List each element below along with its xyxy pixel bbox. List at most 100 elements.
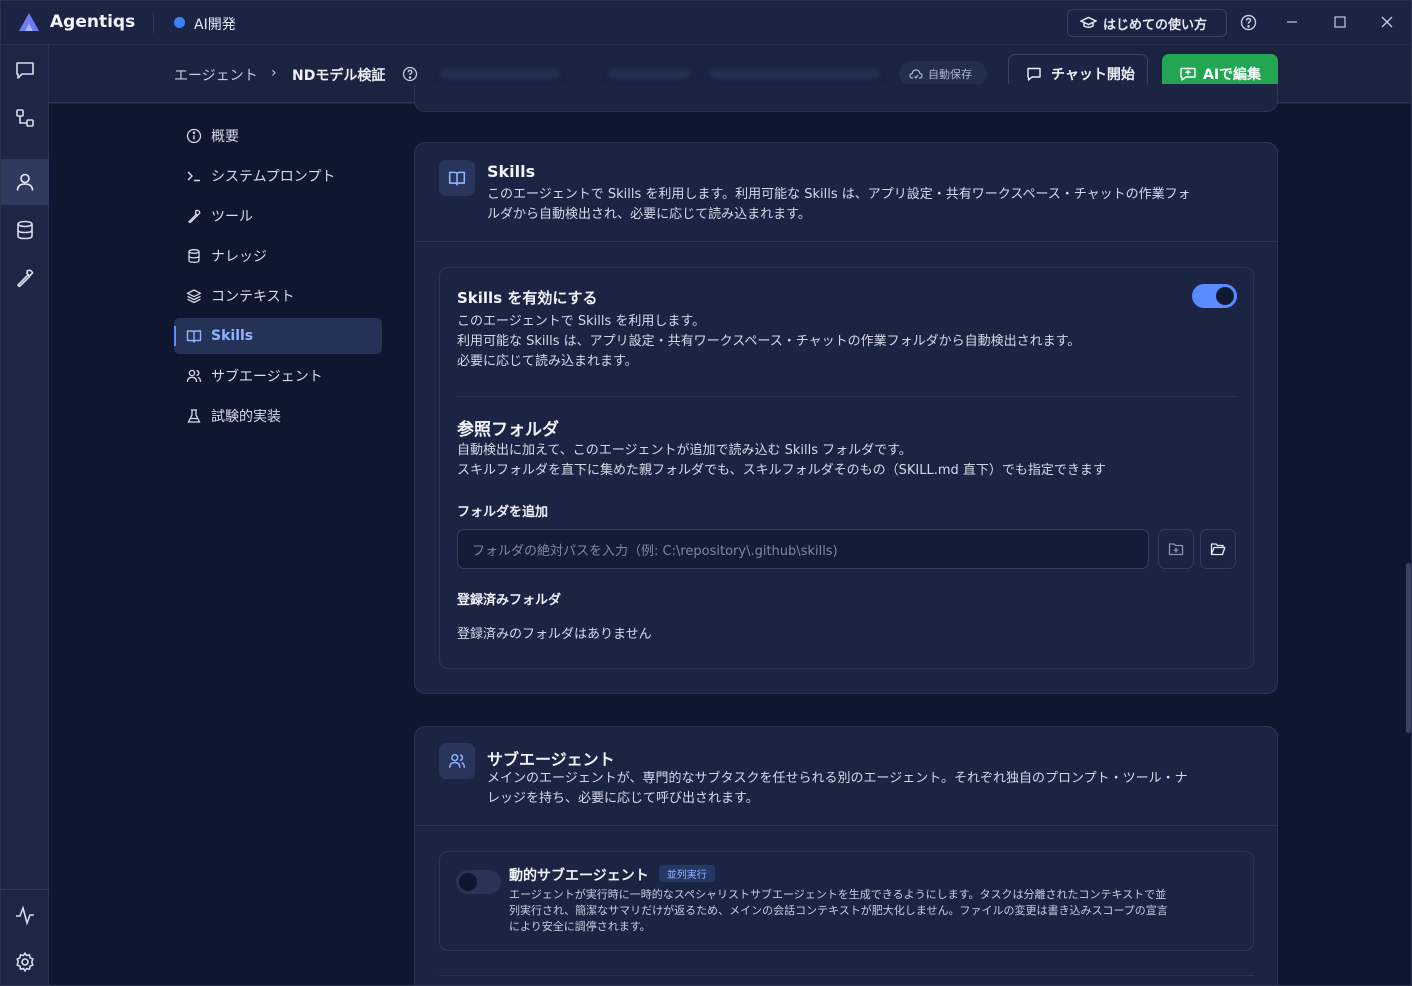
getting-started-button[interactable]: はじめての使い方 (1067, 9, 1227, 37)
skills-section-title: Skills (487, 162, 536, 181)
terminal-icon (187, 171, 200, 182)
parallel-badge: 並列実行 (658, 865, 715, 882)
nav-item-tools[interactable]: ツール (174, 198, 382, 234)
skills-section-icon (439, 160, 475, 196)
users-icon (186, 369, 202, 383)
dynamic-subagent-toggle[interactable] (456, 870, 501, 894)
dynamic-subagent-desc-line1: エージェントが実行時に一時的なスペシャリストサブエージェントを生成できるようにし… (509, 888, 1167, 901)
getting-started-label: はじめての使い方 (1103, 17, 1208, 33)
chat-icon (1027, 67, 1041, 81)
chat-icon (16, 62, 34, 79)
nav-item-context[interactable]: コンテキスト (174, 278, 382, 314)
subagent-section-card: サブエージェント メインのエージェントが、専門的なサブタスクを任せられる別のエー… (414, 726, 1278, 985)
app-name: Agentiqs (50, 12, 136, 32)
nav-item-label: ツール (211, 209, 253, 225)
rail-chat-button[interactable] (1, 47, 49, 93)
nav-item-label: 概要 (211, 129, 239, 145)
enable-skills-title: Skills を有効にする (457, 289, 598, 307)
rail-database-button[interactable] (1, 207, 49, 253)
nav-item-label: システムプロンプト (211, 169, 336, 185)
app-window: Agentiqs AI開発 はじめての使い方 エージェント › NDモデル検証 … (0, 0, 1412, 986)
reference-folders-title: 参照フォルダ (457, 420, 559, 440)
minimize-icon[interactable] (1282, 12, 1302, 32)
breadcrumb-current: NDモデル検証 (292, 68, 386, 84)
reference-folders-desc-line1: 自動検出に加えて、このエージェントが追加で読み込む Skills フォルダです。 (457, 443, 912, 458)
layers-icon (186, 289, 202, 304)
rail-settings-button[interactable] (1, 939, 49, 985)
rail-activity-button[interactable] (1, 892, 49, 938)
wrench-icon (17, 269, 34, 288)
skills-section-desc-line2: ルダから自動検出され、必要に応じて読み込まれます。 (487, 207, 811, 222)
ai-edit-label: AIで編集 (1203, 67, 1262, 83)
registered-folders-label: 登録済みフォルダ (457, 593, 562, 608)
book-icon (186, 330, 202, 343)
dynamic-subagent-title-text: 動的サブエージェント (509, 868, 649, 884)
toggle-knob (1216, 287, 1234, 305)
icon-rail (1, 45, 49, 985)
rail-divider (1, 889, 49, 890)
workspace-selector[interactable]: AI開発 (194, 14, 236, 34)
subagent-section-desc-line1: メインのエージェントが、専門的なサブタスクを任せられる別のエージェント。それぞれ… (487, 771, 1188, 786)
blurred-text (709, 69, 879, 79)
maximize-icon[interactable] (1330, 12, 1350, 32)
content-area: 概要 システムプロンプト ツール ナレッジ コンテキスト Skills サブエー… (49, 84, 1411, 985)
subagent-section-desc-line2: レッジを持ち、必要に応じて呼び出されます。 (487, 791, 759, 806)
nav-item-overview[interactable]: 概要 (174, 118, 382, 154)
folder-open-icon (1210, 543, 1226, 556)
cloud-check-icon (909, 68, 923, 79)
start-chat-label: チャット開始 (1051, 67, 1135, 83)
folder-path-input[interactable]: フォルダの絶対パスを入力（例: C:\repository\.github\sk… (457, 529, 1149, 569)
subagent-section-title: サブエージェント (487, 750, 615, 769)
users-icon (448, 753, 466, 768)
nav-item-label: ナレッジ (211, 249, 267, 265)
nav-item-system-prompt[interactable]: システムプロンプト (174, 158, 382, 194)
nav-item-label: Skills (211, 328, 254, 344)
nav-item-knowledge[interactable]: ナレッジ (174, 238, 382, 274)
wrench-icon (188, 209, 201, 224)
rail-tools-button[interactable] (1, 255, 49, 301)
section-divider (415, 825, 1277, 826)
subagent-section-icon (439, 743, 475, 779)
blurred-text (441, 69, 559, 79)
help-icon[interactable] (402, 66, 418, 82)
divider (153, 13, 154, 33)
app-logo-icon (19, 13, 39, 31)
previous-section-card (414, 84, 1278, 112)
reference-folders-desc-line2: スキルフォルダを直下に集めた親フォルダでも、スキルフォルダそのもの（SKILL.… (457, 463, 1106, 478)
autosave-label: 自動保存 (928, 67, 972, 81)
title-bar: Agentiqs AI開発 はじめての使い方 (1, 1, 1411, 45)
workspace-status-dot (174, 17, 185, 28)
enable-skills-desc-line2: 利用可能な Skills は、アプリ設定・共有ワークスペース・チャットの作業フォ… (457, 334, 1081, 349)
rail-workflow-button[interactable] (1, 95, 49, 141)
skills-settings-panel: Skills を有効にする このエージェントで Skills を利用します。 利… (439, 267, 1254, 669)
flask-icon (187, 409, 201, 423)
breadcrumb-separator: › (271, 65, 277, 81)
workflow-icon (16, 109, 34, 127)
breadcrumb-agents[interactable]: エージェント (174, 65, 258, 85)
skills-section-card: Skills このエージェントで Skills を利用します。利用可能な Ski… (414, 142, 1278, 694)
scrollbar-thumb[interactable] (1406, 563, 1411, 733)
enable-skills-toggle[interactable] (1192, 284, 1237, 308)
scrollbar-track[interactable] (1405, 104, 1411, 985)
close-icon[interactable] (1377, 12, 1397, 32)
rail-agent-button[interactable] (1, 159, 49, 205)
nav-item-subagents[interactable]: サブエージェント (174, 358, 382, 394)
ai-chat-icon (1180, 67, 1196, 81)
browse-folder-button[interactable] (1200, 529, 1236, 569)
gear-icon (16, 952, 34, 972)
enable-skills-desc-line1: このエージェントで Skills を利用します。 (457, 314, 706, 329)
dynamic-subagent-desc-line2: 列実行され、簡潔なサマリだけが返るため、メインの会話コンテキストが肥大化しません… (509, 904, 1168, 917)
database-icon (17, 220, 33, 240)
dynamic-subagent-panel: 動的サブエージェント 並列実行 エージェントが実行時に一時的なスペシャリストサブエ… (439, 851, 1254, 951)
nav-item-experimental[interactable]: 試験的実装 (174, 398, 382, 434)
add-folder-button[interactable] (1158, 529, 1194, 569)
blurred-text (609, 69, 691, 79)
panel-divider (439, 975, 1254, 976)
enable-skills-desc-line3: 必要に応じて読み込まれます。 (457, 354, 638, 369)
help-icon[interactable] (1238, 12, 1258, 32)
nav-item-skills[interactable]: Skills (174, 318, 382, 354)
dynamic-subagent-desc-line3: により安全に調停されます。 (509, 920, 651, 933)
toggle-knob (459, 873, 477, 891)
add-folder-label: フォルダを追加 (457, 505, 549, 520)
database-icon (188, 249, 200, 263)
